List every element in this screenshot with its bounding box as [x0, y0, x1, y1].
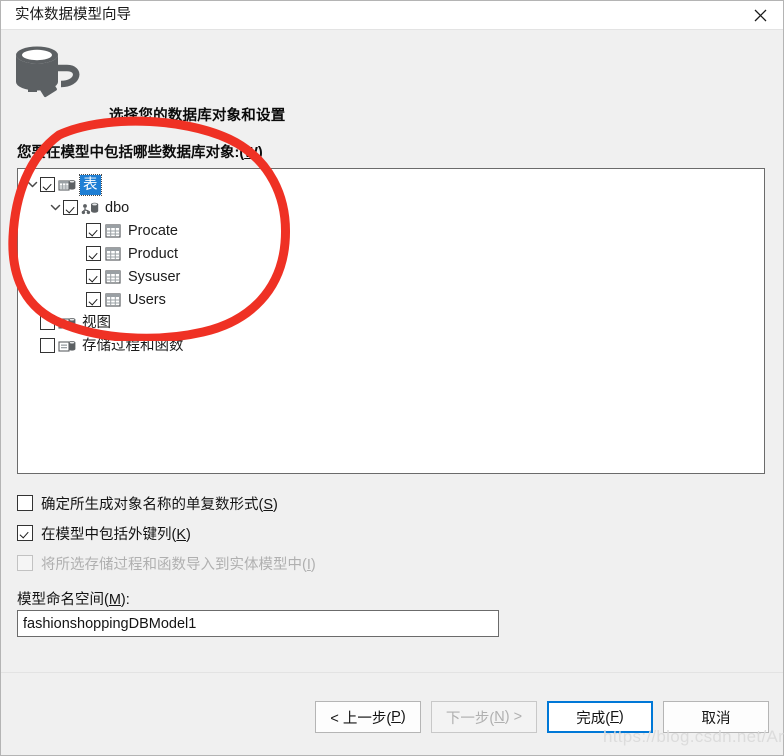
tree-node[interactable]: dbo [18, 196, 764, 219]
close-icon[interactable] [738, 1, 783, 29]
ns-label-text: 模型命名空间( [17, 592, 109, 608]
tree-node-label: 表 [79, 173, 102, 196]
import-sprocs-checkbox: 将所选存储过程和函数导入到实体模型中(I) [17, 548, 747, 578]
dialog-footer: < 上一步(P) 下一步(N) > 完成(F) 取消 [1, 672, 783, 755]
pluralize-checkbox-label: 确定所生成对象名称的单复数形式(S) [41, 493, 278, 514]
button-label: 取消 [701, 710, 731, 727]
title-bar: 实体数据模型向导 [1, 1, 783, 30]
tree-node[interactable]: 表 [18, 173, 764, 196]
option-text-suffix: ) [186, 526, 191, 543]
include-foreign-keys-checkbox-box[interactable] [17, 525, 33, 541]
button-label-suffix: ) [400, 709, 406, 725]
tree-node[interactable]: Product [18, 242, 764, 265]
include-foreign-keys-checkbox[interactable]: 在模型中包括外键列(K) [17, 518, 747, 548]
tree-node-label: 存储过程和函数 [82, 337, 184, 354]
ns-label-suffix: ): [120, 592, 130, 608]
tree-node-checkbox[interactable] [40, 177, 55, 192]
tree-node-label: Sysuser [128, 268, 181, 285]
option-accel-key: K [176, 526, 186, 543]
option-accel-key: S [263, 496, 273, 513]
table-grid-icon [104, 245, 122, 263]
tree-node-label: Users [128, 291, 166, 308]
tree-node-label: Procate [128, 222, 178, 239]
previous-button[interactable]: < 上一步(P) [315, 701, 421, 733]
database-objects-tree[interactable]: 表 dbo Procate Product Sysuser Users 视图 存… [17, 168, 765, 474]
button-label-suffix: ) [618, 709, 624, 725]
ns-accel-key: M [108, 592, 121, 608]
table-grid-icon [104, 222, 122, 240]
tree-node-checkbox[interactable] [86, 223, 101, 238]
wizard-header: 选择您的数据库对象和设置 [1, 30, 783, 140]
button-row: < 上一步(P) 下一步(N) > 完成(F) 取消 [315, 701, 769, 733]
window-title: 实体数据模型向导 [15, 6, 131, 23]
tree-node[interactable]: Users [18, 288, 764, 311]
accel-key: W [244, 145, 258, 161]
button-accel-key: N [494, 709, 505, 725]
objects-prompt-label: 您要在模型中包括哪些数据库对象:(W) [17, 141, 263, 162]
accel-close-paren: ) [257, 145, 263, 161]
button-accel-key: F [610, 709, 619, 725]
tree-node-label: dbo [105, 199, 130, 216]
tree-node[interactable]: 视图 [18, 311, 764, 334]
include-foreign-keys-checkbox-label: 在模型中包括外键列(K) [41, 523, 191, 544]
button-label-suffix: ) > [504, 709, 523, 725]
finish-button[interactable]: 完成(F) [547, 701, 653, 733]
pluralize-checkbox[interactable]: 确定所生成对象名称的单复数形式(S) [17, 488, 747, 518]
table-grid-icon [104, 291, 122, 309]
dialog-body: 您要在模型中包括哪些数据库对象:(W) 表 dbo Procate Produc… [1, 140, 783, 672]
next-button: 下一步(N) > [431, 701, 537, 733]
button-label: < 上一步( [330, 710, 392, 727]
chevron-down-icon[interactable] [24, 173, 40, 196]
tree-node[interactable]: Procate [18, 219, 764, 242]
button-label: 完成( [576, 710, 611, 727]
tree-node-checkbox[interactable] [86, 292, 101, 307]
entity-data-model-wizard-dialog: 实体数据模型向导 选择您的数据库对象和设置 您要在模型中包括哪些数据库对象:(W… [0, 0, 784, 756]
schema-icon [81, 199, 99, 217]
tree-node-checkbox[interactable] [40, 315, 55, 330]
option-text-suffix: ) [273, 496, 278, 513]
tree-node-label: 视图 [82, 314, 111, 331]
cancel-button[interactable]: 取消 [663, 701, 769, 733]
tree-node[interactable]: Sysuser [18, 265, 764, 288]
option-text: 将所选存储过程和函数导入到实体模型中( [41, 556, 307, 573]
pluralize-checkbox-box[interactable] [17, 495, 33, 511]
tree-node-label: Product [128, 245, 178, 262]
button-label: 下一步( [445, 710, 495, 727]
button-accel-key: P [391, 709, 401, 725]
import-sprocs-checkbox-box [17, 555, 33, 571]
tree-node[interactable]: 存储过程和函数 [18, 334, 764, 357]
tables-folder-icon [58, 176, 76, 194]
chevron-down-icon[interactable] [47, 196, 63, 219]
tree-node-checkbox[interactable] [86, 246, 101, 261]
option-text-suffix: ) [310, 556, 316, 573]
option-text: 确定所生成对象名称的单复数形式( [41, 496, 264, 513]
tree-node-checkbox[interactable] [86, 269, 101, 284]
page-title: 选择您的数据库对象和设置 [109, 108, 286, 124]
tree-node-checkbox[interactable] [40, 338, 55, 353]
import-sprocs-checkbox-label: 将所选存储过程和函数导入到实体模型中(I) [41, 553, 316, 574]
objects-prompt-text: 您要在模型中包括哪些数据库对象: [17, 145, 240, 161]
model-namespace-label: 模型命名空间(M): [17, 588, 130, 609]
options-group: 确定所生成对象名称的单复数形式(S) 在模型中包括外键列(K) 将所选存储过程和函数… [17, 488, 747, 578]
tree-node-checkbox[interactable] [63, 200, 78, 215]
table-grid-icon [104, 268, 122, 286]
option-text: 在模型中包括外键列( [41, 526, 177, 543]
sprocs-folder-icon [58, 337, 76, 355]
views-folder-icon [58, 314, 76, 332]
model-namespace-input[interactable] [17, 610, 499, 637]
database-connection-icon [9, 44, 85, 106]
